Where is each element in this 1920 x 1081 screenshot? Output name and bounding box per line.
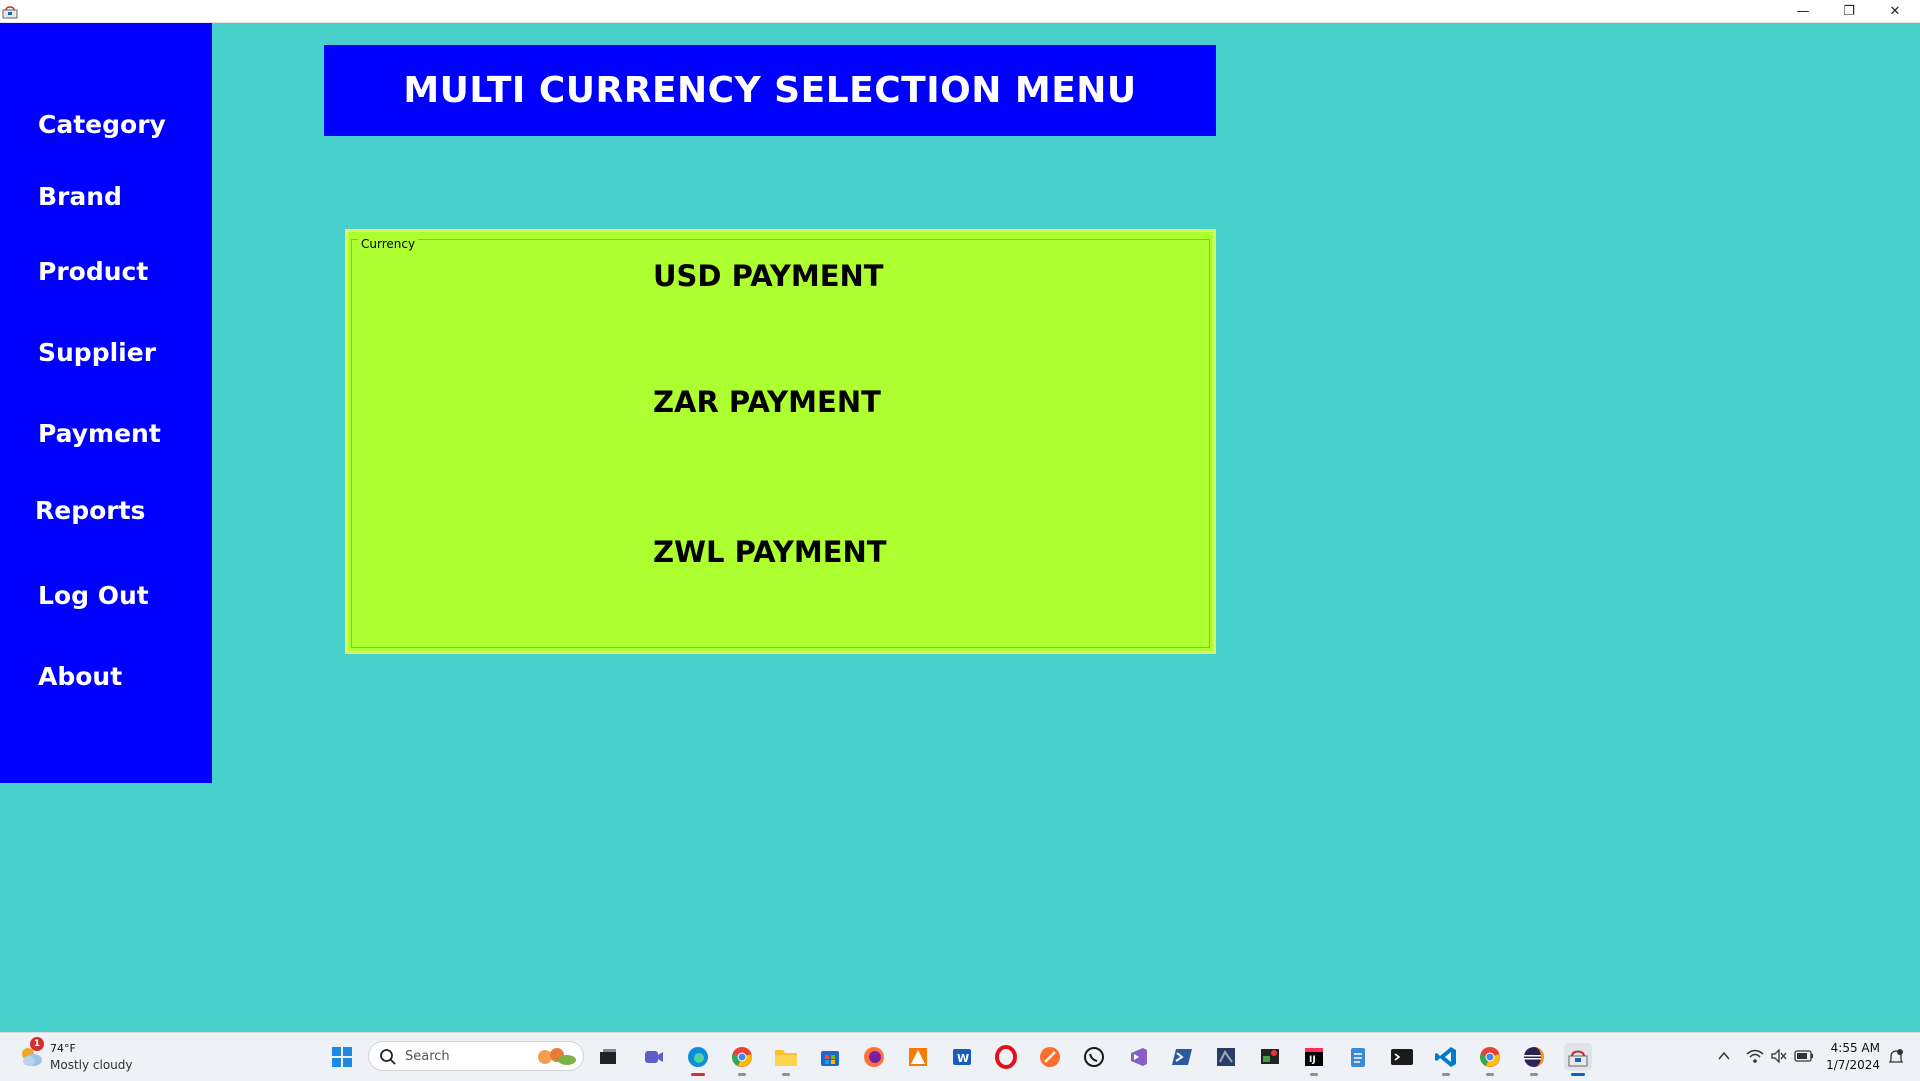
taskbar-app-intellij[interactable]: IJ [1300, 1043, 1328, 1076]
weather-widget[interactable]: 1 74°F Mostly cloudy [0, 1033, 140, 1081]
taskbar-app-visual-studio[interactable] [1124, 1043, 1152, 1071]
search-highlight-icon [538, 1048, 576, 1065]
close-button[interactable]: ✕ [1872, 0, 1918, 22]
svg-text:W: W [957, 1052, 969, 1065]
sidebar-item-supplier[interactable]: Supplier [38, 338, 156, 367]
opera-icon [995, 1045, 1017, 1069]
running-indicator [1571, 1073, 1585, 1076]
sidebar-item-brand[interactable]: Brand [38, 182, 122, 211]
page-title: MULTI CURRENCY SELECTION MENU [403, 70, 1137, 111]
visual-studio-icon [1131, 1048, 1147, 1066]
task-view-icon [600, 1049, 616, 1064]
taskbar-app-sql-tool[interactable] [1212, 1043, 1240, 1071]
start-button[interactable] [328, 1043, 356, 1071]
taskbar-app-vscode[interactable] [1432, 1043, 1460, 1076]
volume-muted-icon[interactable] [1770, 1048, 1788, 1064]
office-icon [909, 1048, 927, 1066]
taskbar-app-firefox[interactable] [860, 1043, 888, 1071]
currency-panel: Currency USD PAYMENT ZAR PAYMENT ZWL PAY… [345, 229, 1216, 654]
taskbar-app-word[interactable]: W [948, 1043, 976, 1071]
video-call-icon [645, 1051, 663, 1063]
taskbar-app-chrome[interactable] [728, 1043, 756, 1076]
snipping-tool-icon [1261, 1049, 1279, 1064]
running-indicator [738, 1073, 746, 1076]
sidebar: Category Brand Product Supplier Payment … [0, 23, 212, 783]
window-title-bar: — ❐ ✕ [0, 0, 1920, 23]
weather-badge: 1 [30, 1037, 44, 1051]
terminal-icon [1391, 1049, 1413, 1065]
taskbar-app-opera[interactable] [992, 1043, 1020, 1071]
taskbar-app-whatsapp[interactable] [1080, 1043, 1108, 1071]
sidebar-item-reports[interactable]: Reports [35, 496, 145, 525]
weather-condition: Mostly cloudy [50, 1058, 133, 1072]
header-banner: MULTI CURRENCY SELECTION MENU [324, 45, 1216, 136]
taskbar-app-meet[interactable] [640, 1043, 668, 1071]
edge-icon [688, 1047, 708, 1067]
taskbar-app-orange[interactable] [1036, 1043, 1064, 1071]
windows-logo-icon [332, 1047, 352, 1067]
maximize-button[interactable]: ❐ [1826, 0, 1872, 22]
intellij-icon: IJ [1305, 1048, 1323, 1066]
taskbar-app-office[interactable] [904, 1043, 932, 1071]
weather-temperature: 74°F [50, 1042, 76, 1055]
taskbar-app-powershell[interactable] [1168, 1043, 1196, 1071]
whatsapp-icon [1084, 1047, 1104, 1067]
battery-icon[interactable] [1794, 1049, 1814, 1063]
firefox-icon [864, 1047, 884, 1067]
taskbar: 1 74°F Mostly cloudy Search W IJ 4:55 AM… [0, 1032, 1920, 1081]
folder-icon [775, 1050, 797, 1066]
word-icon: W [953, 1049, 971, 1065]
running-indicator [1310, 1073, 1318, 1076]
taskbar-app-edge[interactable] [684, 1043, 712, 1076]
chrome-icon [732, 1047, 752, 1067]
running-indicator [1486, 1073, 1494, 1076]
chrome-profile-icon [1480, 1047, 1500, 1067]
running-indicator [1442, 1073, 1450, 1076]
taskbar-app-java[interactable] [1564, 1043, 1592, 1076]
chevron-up-icon[interactable] [1718, 1051, 1730, 1061]
notepad-icon [1351, 1048, 1365, 1067]
taskbar-app-notepad[interactable] [1344, 1043, 1372, 1071]
sidebar-item-payment[interactable]: Payment [38, 419, 161, 448]
taskbar-app-terminal[interactable] [1388, 1043, 1416, 1071]
sidebar-item-about[interactable]: About [38, 662, 122, 691]
wifi-icon[interactable] [1746, 1048, 1764, 1064]
minimize-button[interactable]: — [1780, 0, 1826, 22]
search-placeholder: Search [405, 1049, 450, 1064]
java-app-icon [2, 6, 18, 19]
sidebar-item-category[interactable]: Category [38, 110, 166, 139]
taskbar-app-chrome-alt[interactable] [1476, 1043, 1504, 1076]
task-view-button[interactable] [594, 1043, 622, 1071]
currency-panel-legend: Currency [358, 237, 419, 251]
running-indicator [1530, 1073, 1538, 1076]
taskbar-app-eclipse[interactable] [1520, 1043, 1548, 1076]
usd-payment-button[interactable]: USD PAYMENT [653, 259, 884, 293]
svg-text:IJ: IJ [1309, 1055, 1316, 1065]
database-tool-icon [1217, 1048, 1235, 1066]
sidebar-item-product[interactable]: Product [38, 257, 148, 286]
taskbar-app-snipping[interactable] [1256, 1043, 1284, 1071]
sidebar-item-logout[interactable]: Log Out [38, 581, 149, 610]
zar-payment-button[interactable]: ZAR PAYMENT [653, 385, 881, 419]
currency-panel-border: Currency [351, 237, 1210, 648]
search-icon [380, 1049, 396, 1065]
eclipse-icon [1524, 1047, 1544, 1067]
vscode-icon [1435, 1047, 1456, 1067]
clock-date[interactable]: 1/7/2024 [1820, 1058, 1880, 1072]
zwl-payment-button[interactable]: ZWL PAYMENT [653, 535, 887, 569]
taskbar-search-box[interactable]: Search [368, 1041, 584, 1071]
taskbar-app-file-explorer[interactable] [772, 1043, 800, 1076]
java-app-icon [1568, 1050, 1588, 1067]
powershell-icon [1172, 1049, 1192, 1065]
running-indicator [782, 1073, 790, 1076]
clock-time[interactable]: 4:55 AM [1820, 1041, 1880, 1055]
notification-icon[interactable] [1888, 1048, 1904, 1066]
pen-app-icon [1040, 1047, 1060, 1067]
store-icon [821, 1051, 839, 1066]
taskbar-app-store[interactable] [816, 1043, 844, 1071]
running-indicator [691, 1073, 705, 1076]
